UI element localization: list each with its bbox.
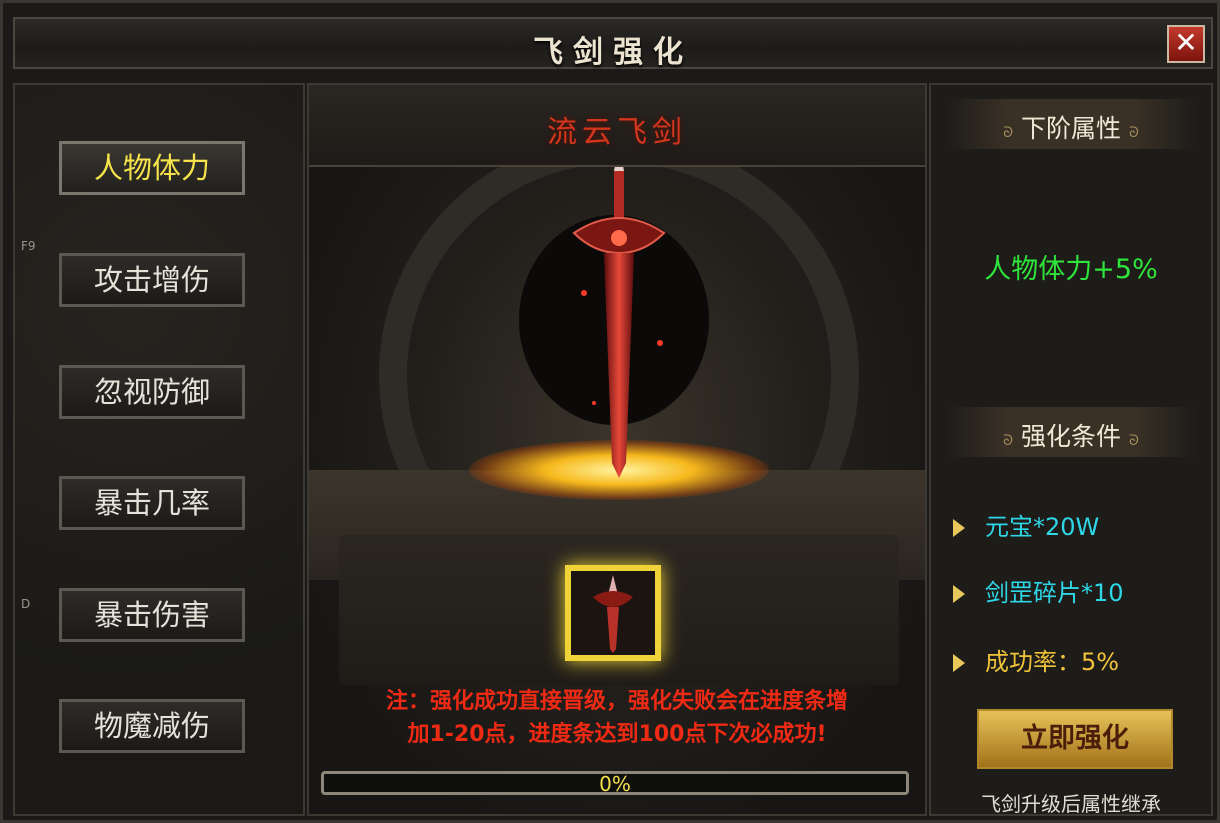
tab-damage-reduction[interactable]: 物魔减伤 bbox=[59, 699, 245, 753]
enhance-window: 飞剑强化 ✕ 人物体力 攻击增伤 忽视防御 暴击几率 暴击伤害 物魔减伤 F9 … bbox=[0, 0, 1220, 823]
hotkey-label: D bbox=[21, 597, 31, 611]
tab-stamina[interactable]: 人物体力 bbox=[59, 141, 245, 195]
close-button[interactable]: ✕ bbox=[1167, 25, 1205, 63]
sword-display: 流云飞剑 注：强化成功直接晋级，强化失败会在进度条增 加1-20点，进度条达到1… bbox=[307, 83, 927, 816]
progress-label: 0% bbox=[599, 772, 631, 796]
next-attr-title: 下阶属性 bbox=[1020, 114, 1121, 143]
arrow-icon bbox=[953, 585, 965, 603]
cond-text: 剑罡碎片*10 bbox=[985, 579, 1124, 607]
sword-name-bar: 流云飞剑 bbox=[309, 85, 925, 167]
ornament-icon: ᘐ bbox=[1003, 125, 1013, 141]
tab-ignore-defense[interactable]: 忽视防御 bbox=[59, 365, 245, 419]
cond-item: 剑罡碎片*10 bbox=[953, 573, 1124, 608]
cond-item: 元宝*20W bbox=[953, 507, 1099, 542]
info-panel: ᘐ 下阶属性 ᘐ 人物体力+5% ᘐ 强化条件 ᘐ 元宝*20W 剑罡碎片*10 成功率… bbox=[929, 83, 1213, 816]
cond-text: 成功率：5% bbox=[985, 648, 1120, 676]
tab-crit-damage[interactable]: 暴击伤害 bbox=[59, 588, 245, 642]
ornament-icon: ᘐ bbox=[1129, 433, 1139, 449]
window-title: 飞剑强化 bbox=[533, 35, 693, 70]
tab-crit-rate[interactable]: 暴击几率 bbox=[59, 476, 245, 530]
close-icon: ✕ bbox=[1174, 26, 1198, 59]
cond-title: 强化条件 bbox=[1020, 422, 1121, 451]
title-bar: 飞剑强化 ✕ bbox=[13, 17, 1213, 70]
cond-header: ᘐ 强化条件 ᘐ bbox=[945, 407, 1197, 457]
hotkey-label: F9 bbox=[21, 239, 36, 253]
sword-item-icon bbox=[593, 575, 633, 653]
flying-sword-icon bbox=[572, 143, 666, 478]
notice-line-1: 注：强化成功直接晋级，强化失败会在进度条增 bbox=[385, 689, 848, 714]
progress-bar: 0% bbox=[321, 771, 909, 796]
enhance-notice: 注：强化成功直接晋级，强化失败会在进度条增 加1-20点，进度条达到100点下次… bbox=[309, 685, 925, 751]
attribute-tabs-panel: 人物体力 攻击增伤 忽视防御 暴击几率 暴击伤害 物魔减伤 bbox=[13, 83, 305, 816]
sword-name: 流云飞剑 bbox=[547, 115, 687, 150]
ornament-icon: ᘐ bbox=[1129, 125, 1139, 141]
arrow-icon bbox=[953, 654, 965, 672]
ornament-icon: ᘐ bbox=[1003, 433, 1013, 449]
item-slot[interactable] bbox=[565, 565, 661, 661]
tab-attack-bonus[interactable]: 攻击增伤 bbox=[59, 253, 245, 307]
next-attr-header: ᘐ 下阶属性 ᘐ bbox=[945, 99, 1197, 149]
cond-item: 成功率：5% bbox=[953, 642, 1119, 677]
arrow-icon bbox=[953, 519, 965, 537]
notice-line-2: 加1-20点，进度条达到100点下次必成功! bbox=[407, 722, 827, 747]
enhance-button[interactable]: 立即强化 bbox=[977, 709, 1173, 769]
next-attr-value: 人物体力+5% bbox=[984, 254, 1158, 285]
cond-text: 元宝*20W bbox=[985, 513, 1100, 541]
inherit-note: 飞剑升级后属性继承 bbox=[981, 792, 1161, 816]
